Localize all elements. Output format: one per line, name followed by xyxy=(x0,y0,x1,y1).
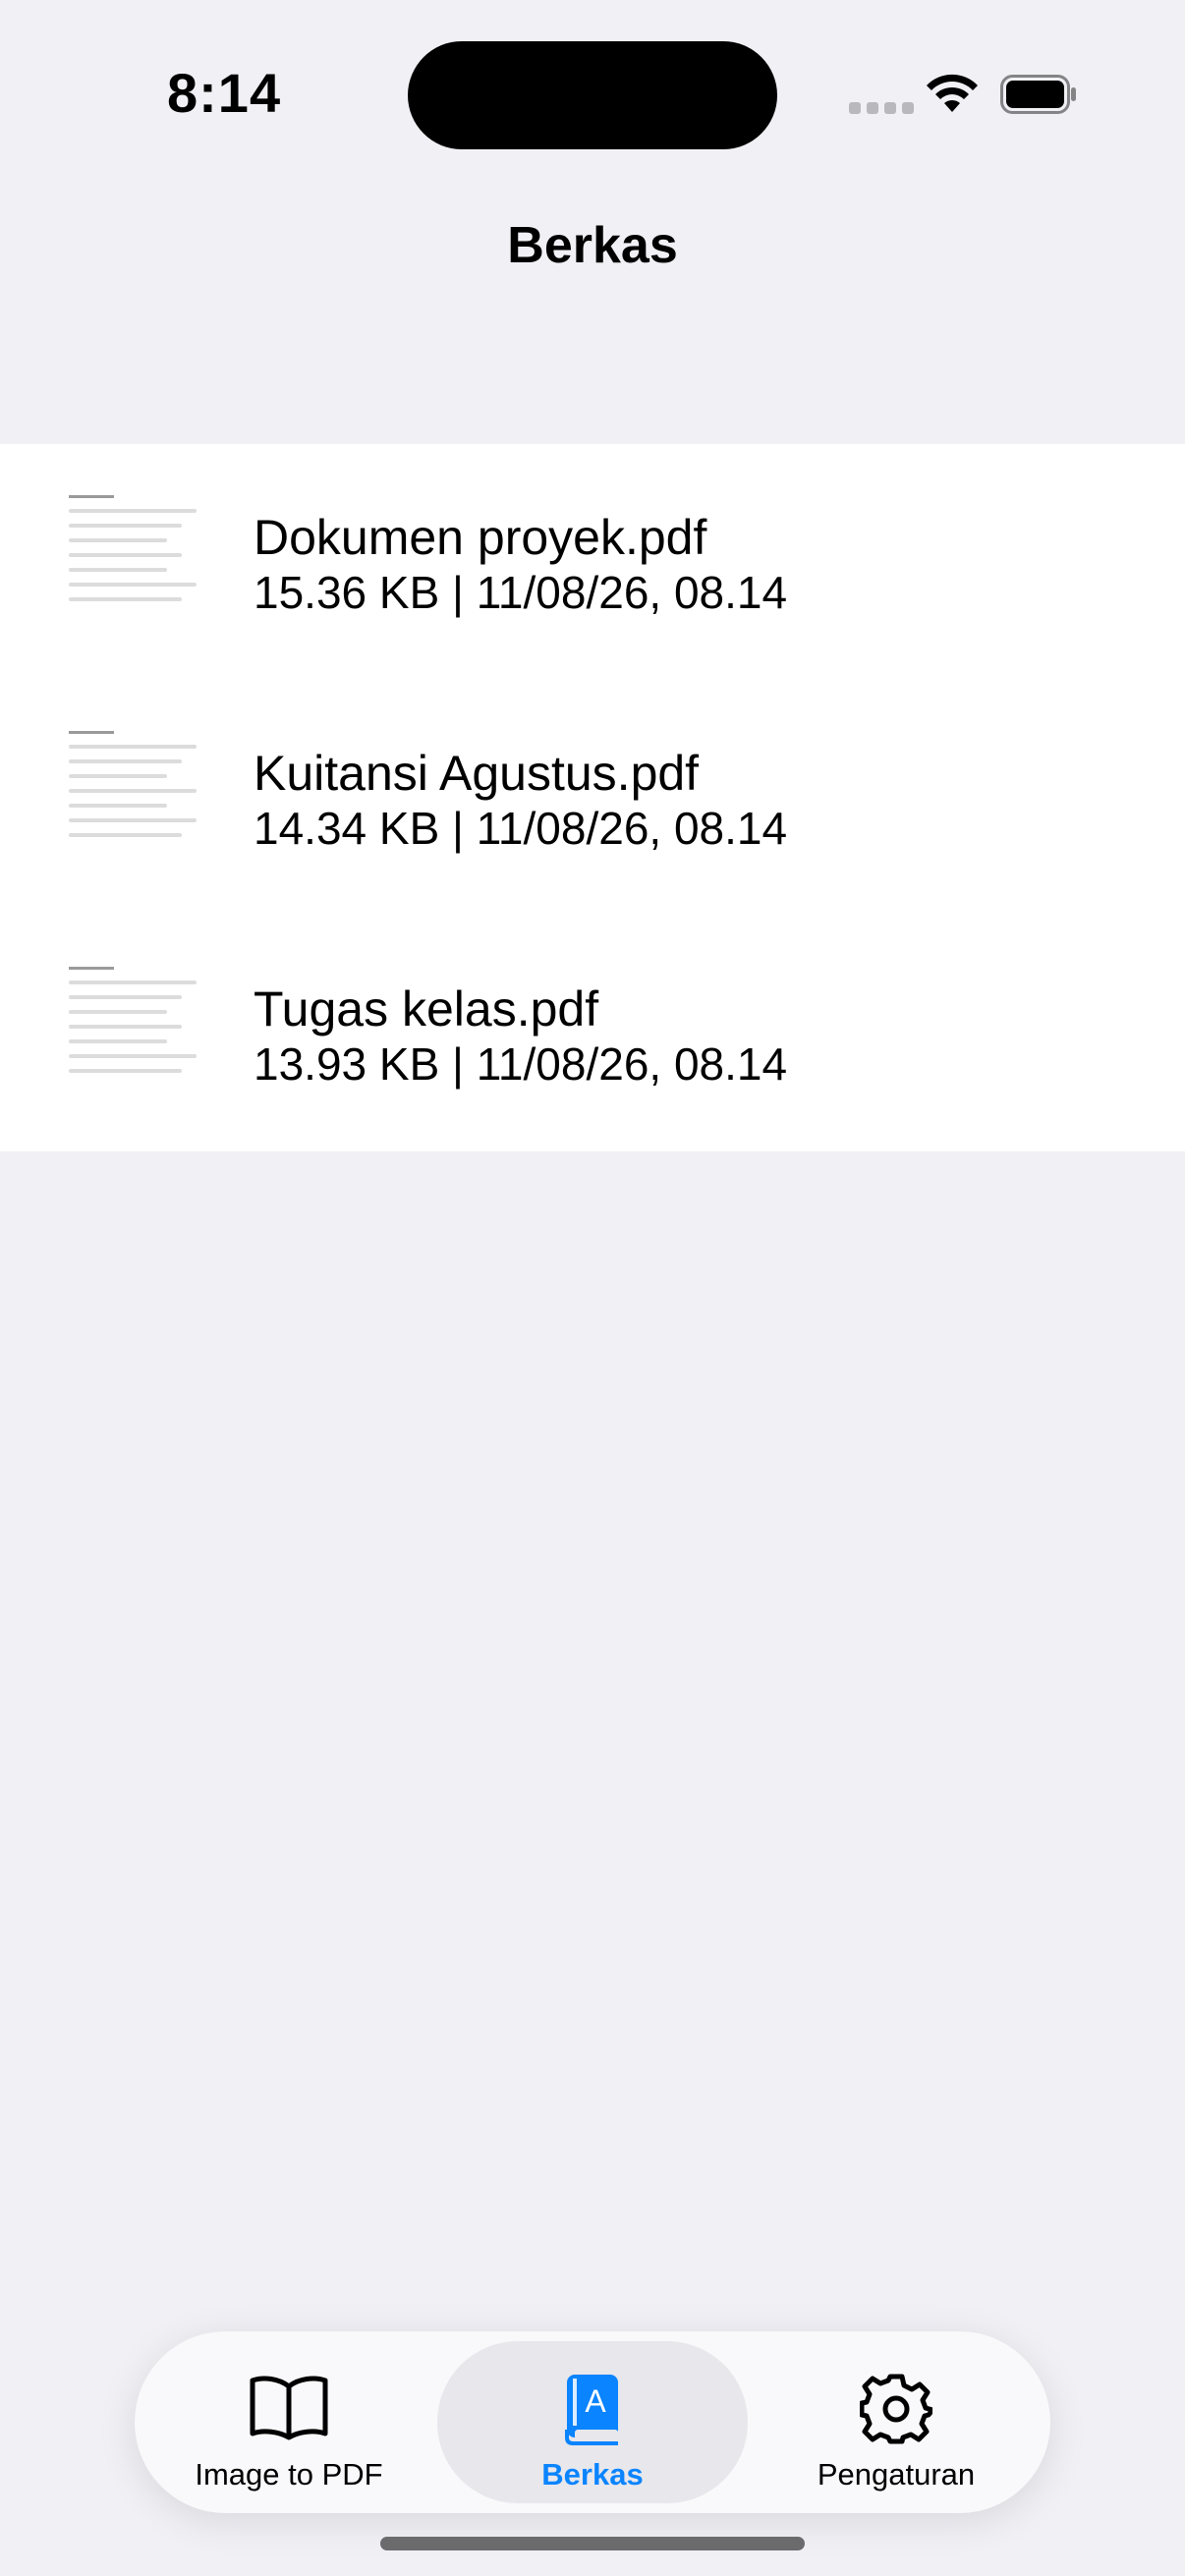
status-time: 8:14 xyxy=(167,62,282,124)
wifi-icon xyxy=(927,74,978,112)
tab-berkas[interactable]: A Berkas xyxy=(437,2341,748,2503)
tab-pengaturan[interactable]: Pengaturan xyxy=(763,2341,1029,2503)
tab-label: Pengaturan xyxy=(817,2457,976,2492)
book-fill-icon: A xyxy=(565,2375,618,2445)
list-item[interactable]: Dokumen proyek.pdf 15.36 KB | 11/08/26, … xyxy=(0,444,1185,680)
tab-bar: Image to PDF A Berkas Pengaturan xyxy=(135,2331,1050,2513)
battery-icon xyxy=(1000,75,1076,114)
dynamic-island xyxy=(408,41,777,149)
svg-text:A: A xyxy=(585,2383,606,2419)
file-name: Tugas kelas.pdf xyxy=(254,981,599,1036)
list-item[interactable]: Tugas kelas.pdf 13.93 KB | 11/08/26, 08.… xyxy=(0,916,1185,1151)
pdf-thumbnail xyxy=(69,731,197,859)
tab-label: Berkas xyxy=(541,2457,644,2492)
file-name: Dokumen proyek.pdf xyxy=(254,510,707,565)
gear-icon xyxy=(860,2374,932,2444)
file-meta: 14.34 KB | 11/08/26, 08.14 xyxy=(254,803,788,854)
pdf-thumbnail xyxy=(69,495,197,623)
file-list: Dokumen proyek.pdf 15.36 KB | 11/08/26, … xyxy=(0,444,1185,1151)
tab-image-to-pdf[interactable]: Image to PDF xyxy=(156,2341,422,2503)
file-name: Kuitansi Agustus.pdf xyxy=(254,746,700,801)
book-open-icon xyxy=(250,2376,328,2440)
page-title: Berkas xyxy=(507,217,678,274)
tab-label: Image to PDF xyxy=(195,2457,383,2492)
file-meta: 13.93 KB | 11/08/26, 08.14 xyxy=(254,1038,788,1090)
home-indicator xyxy=(380,2537,805,2550)
file-meta: 15.36 KB | 11/08/26, 08.14 xyxy=(254,567,788,618)
pdf-thumbnail xyxy=(69,967,197,1094)
cellular-signal-icon xyxy=(849,102,914,114)
list-item[interactable]: Kuitansi Agustus.pdf 14.34 KB | 11/08/26… xyxy=(0,680,1185,916)
